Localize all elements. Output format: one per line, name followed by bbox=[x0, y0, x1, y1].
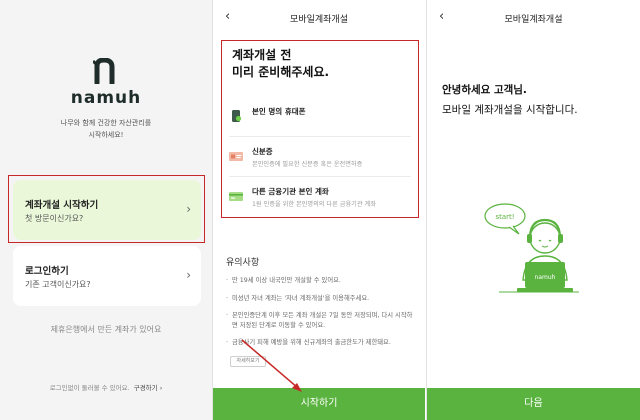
phone-icon bbox=[232, 110, 242, 122]
annotation-highlight-box bbox=[8, 175, 205, 243]
consultant-illustration: start! namuh bbox=[484, 203, 579, 293]
other-bank-link[interactable]: 제휴은행에서 만든 계좌가 있어요 bbox=[0, 324, 212, 335]
chevron-right-icon: › bbox=[186, 268, 191, 282]
intro-line-2: 미리 준비해주세요. bbox=[232, 65, 330, 79]
tagline-line-1: 나무와 함께 건강한 자산관리를 bbox=[60, 119, 152, 127]
requirement-title: 다른 금융기관 본인 계좌 bbox=[252, 187, 329, 196]
requirement-bank-account: 다른 금융기관 본인 계좌 1원 인증을 위한 본인명의의 다른 금융기관 계좌 bbox=[229, 180, 413, 216]
laptop-logo-text: namuh bbox=[535, 274, 556, 281]
tagline: 나무와 함께 건강한 자산관리를 시작하세요! bbox=[0, 117, 212, 141]
start-screen: ‹ 모바일계좌개설 안녕하세요 고객님. 모바일 계좌개설을 시작합니다. st… bbox=[426, 0, 640, 420]
next-button[interactable]: 다음 bbox=[427, 388, 640, 420]
notice-item: 본인인증단계 이후 모든 계좌 개설은 7일 동안 저장되며, 다시 시작하면 … bbox=[226, 311, 418, 330]
welcome-screen: namuh 나무와 함께 건강한 자산관리를 시작하세요! 계좌개설 시작하기 … bbox=[0, 0, 212, 420]
requirement-id-card: 신분증 본인인증에 필요한 신분증 혹은 운전면허증 bbox=[229, 140, 413, 176]
annotation-arrow-icon bbox=[241, 339, 302, 392]
preparation-intro: 계좌개설 전 미리 준비해주세요. bbox=[232, 47, 329, 81]
notice-heading: 유의사항 bbox=[226, 258, 260, 268]
tagline-line-2: 시작하세요! bbox=[88, 131, 124, 139]
login-subtitle: 기존 고객이신가요? bbox=[25, 280, 91, 289]
browse-help-text: 로그인없이 둘러볼 수 있어요. bbox=[49, 384, 130, 392]
page-title: 모바일계좌개설 bbox=[504, 15, 563, 25]
requirement-phone: 본인 명의 휴대폰 bbox=[229, 100, 413, 136]
browse-help: 로그인없이 둘러볼 수 있어요. 구경하기 › bbox=[0, 382, 212, 392]
id-card-icon bbox=[229, 152, 243, 161]
divider bbox=[229, 136, 411, 137]
notice-item: 만 19세 이상 내국인만 개설할 수 있어요. bbox=[226, 276, 418, 286]
notice-item: 미성년 자녀 계좌는 '자녀 계좌개설'을 이용해주세요. bbox=[226, 294, 418, 304]
divider bbox=[229, 176, 411, 177]
requirement-desc: 1원 인증을 위한 본인명의의 다른 금융기관 계좌 bbox=[252, 201, 376, 208]
greeting-line-2: 모바일 계좌개설을 시작합니다. bbox=[442, 104, 578, 116]
intro-line-1: 계좌개설 전 bbox=[232, 48, 292, 62]
bank-card-icon bbox=[229, 192, 243, 201]
bubble-text: start! bbox=[495, 213, 514, 221]
login-title: 로그인하기 bbox=[25, 266, 69, 277]
browse-link[interactable]: 구경하기 › bbox=[134, 384, 163, 392]
requirement-desc: 본인인증에 필요한 신분증 혹은 운전면허증 bbox=[252, 161, 363, 168]
requirement-title: 신분증 bbox=[252, 147, 273, 156]
namuh-logo-icon bbox=[93, 58, 115, 84]
login-card[interactable]: 로그인하기 기존 고객이신가요? › bbox=[13, 246, 201, 306]
greeting-line-1: 안녕하세요 고객님. bbox=[442, 84, 527, 96]
page-title: 모바일계좌개설 bbox=[290, 15, 348, 25]
logo-text: namuh bbox=[70, 88, 142, 108]
requirement-title: 본인 명의 휴대폰 bbox=[252, 107, 306, 116]
